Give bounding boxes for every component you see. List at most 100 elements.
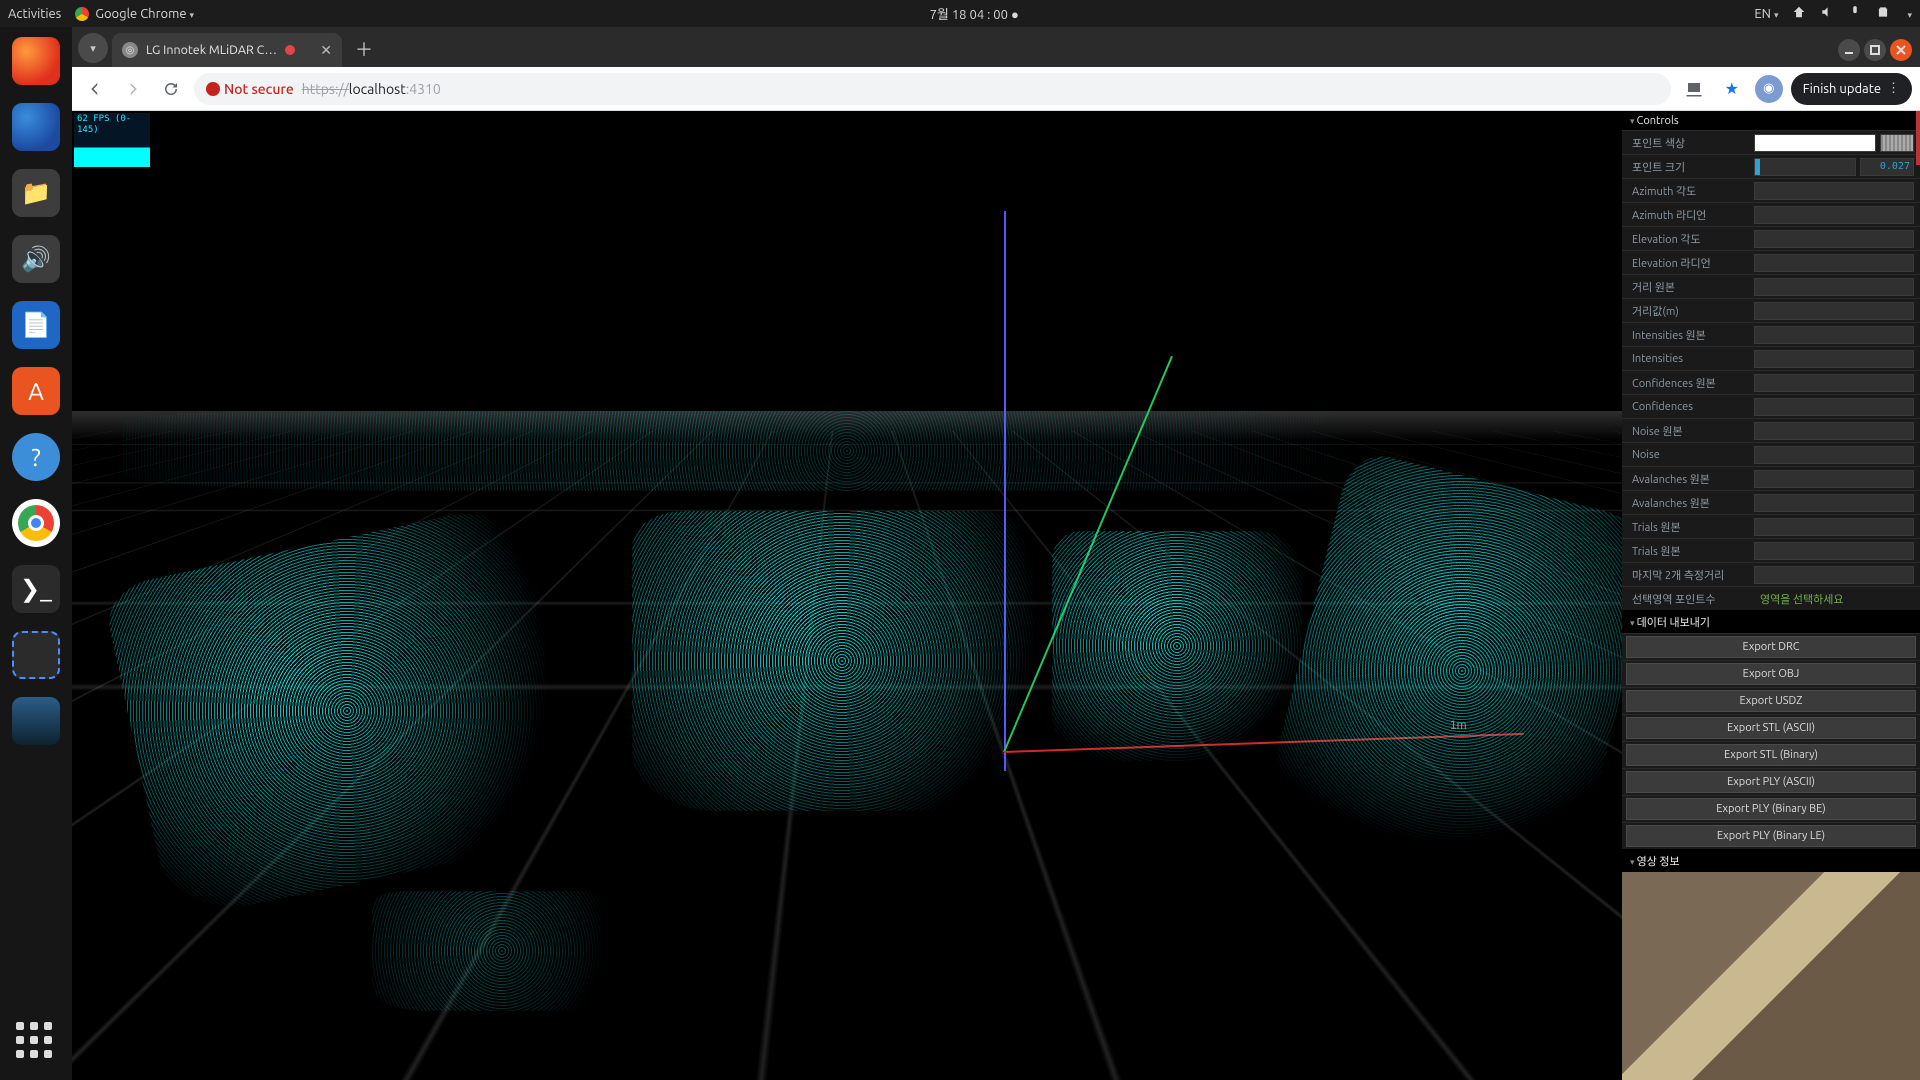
value-field[interactable]	[1754, 374, 1914, 392]
row-label: Azimuth 라디언	[1632, 207, 1754, 223]
point-size-slider[interactable]	[1754, 158, 1856, 176]
window-maximize-button[interactable]	[1864, 39, 1886, 61]
row-label: 마지막 2개 측정거리	[1632, 567, 1754, 583]
url-protocol: https://	[302, 81, 349, 97]
row-label: Confidences	[1632, 401, 1754, 413]
volume-icon[interactable]	[1820, 5, 1834, 22]
network-icon[interactable]	[1792, 5, 1806, 22]
input-language[interactable]: EN	[1754, 7, 1778, 21]
address-bar[interactable]: Not secure https://localhost:4310	[194, 73, 1671, 105]
folder-header-controls[interactable]: Controls	[1622, 112, 1920, 130]
row-label: Elevation 라디언	[1632, 255, 1754, 271]
dock-help[interactable]: ?	[12, 433, 60, 481]
export-button[interactable]: Export DRC	[1626, 636, 1916, 658]
pointcloud-region	[632, 511, 1052, 811]
color-hash[interactable]	[1880, 134, 1914, 152]
url-host: localhost	[349, 81, 406, 97]
export-button[interactable]: Export PLY (Binary LE)	[1626, 825, 1916, 847]
value-field[interactable]	[1754, 206, 1914, 224]
not-secure-badge[interactable]: Not secure	[206, 81, 294, 97]
reload-button[interactable]	[156, 74, 186, 104]
value-field[interactable]	[1754, 350, 1914, 368]
row-label: Intensities	[1632, 353, 1754, 365]
point-size-value[interactable]: 0.027	[1860, 158, 1914, 176]
window-minimize-button[interactable]	[1838, 39, 1860, 61]
folder-header-video[interactable]: 영상 정보	[1622, 850, 1920, 872]
fps-label: 62 FPS (0-145)	[74, 113, 150, 137]
fps-graph	[74, 137, 150, 167]
clock[interactable]: 7월 18 04 : 00 ●	[194, 4, 1754, 23]
tab-search-button[interactable]: ▾	[78, 33, 108, 63]
ubuntu-dock: 📁 🔊 📄 A ? ❯_	[0, 27, 72, 1080]
focused-app-indicator[interactable]: Google Chrome	[75, 7, 194, 21]
dock-show-desktop[interactable]	[12, 697, 60, 745]
tab-active[interactable]: ◎ LG Innotek MLiDAR C… ✕	[112, 33, 342, 67]
row-label: Intensities 원본	[1632, 327, 1754, 343]
value-field[interactable]	[1754, 230, 1914, 248]
value-field[interactable]	[1754, 542, 1914, 560]
folder-export: 데이터 내보내기 Export DRC Export OBJ Export USDZ…	[1622, 610, 1920, 849]
viewport-3d[interactable]: 62 FPS (0-145) 1m Controls 포인트 색상	[72, 111, 1920, 1080]
profile-avatar[interactable]: ◉	[1755, 75, 1783, 103]
value-field[interactable]	[1754, 470, 1914, 488]
value-field[interactable]	[1754, 302, 1914, 320]
export-button[interactable]: Export PLY (ASCII)	[1626, 771, 1916, 793]
export-button[interactable]: Export USDZ	[1626, 690, 1916, 712]
back-button[interactable]	[80, 74, 110, 104]
dock-writer[interactable]: 📄	[12, 301, 60, 349]
row-last-two-distance: 마지막 2개 측정거리	[1622, 562, 1920, 586]
system-menu[interactable]	[1904, 7, 1912, 21]
row-readout: Intensities 원본	[1622, 322, 1920, 346]
value-field[interactable]	[1754, 422, 1914, 440]
value-field[interactable]	[1754, 518, 1914, 536]
dock-software[interactable]: A	[12, 367, 60, 415]
export-button[interactable]: Export PLY (Binary BE)	[1626, 798, 1916, 820]
value-field[interactable]	[1754, 446, 1914, 464]
row-label: Avalanches 원본	[1632, 471, 1754, 487]
dock-firefox[interactable]	[12, 37, 60, 85]
camera-preview	[1622, 872, 1920, 1080]
panel-scrollbar[interactable]	[1916, 111, 1920, 165]
value-field[interactable]	[1754, 182, 1914, 200]
dock-rhythmbox[interactable]: 🔊	[12, 235, 60, 283]
recording-indicator-icon	[285, 45, 295, 55]
dock-show-apps[interactable]	[16, 1022, 56, 1062]
dock-files[interactable]: 📁	[12, 169, 60, 217]
value-field[interactable]	[1754, 398, 1914, 416]
tab-close-button[interactable]: ✕	[320, 42, 332, 59]
toolbar: Not secure https://localhost:4310 ★ ◉ Fi…	[72, 67, 1920, 111]
pointcloud-region	[122, 411, 1572, 491]
tab-favicon: ◎	[122, 42, 138, 58]
dock-thunderbird[interactable]	[12, 103, 60, 151]
export-button[interactable]: Export OBJ	[1626, 663, 1916, 685]
dock-screenshot[interactable]	[12, 631, 60, 679]
activities-button[interactable]: Activities	[8, 7, 61, 21]
value-field[interactable]	[1754, 566, 1914, 584]
color-swatch[interactable]	[1754, 134, 1876, 152]
row-readout: 거리 원본	[1622, 274, 1920, 298]
screen-share-icon[interactable]	[1679, 74, 1709, 104]
forward-button	[118, 74, 148, 104]
pointcloud-region	[101, 500, 592, 922]
row-label: Trials 원본	[1632, 519, 1754, 535]
battery-icon[interactable]	[1876, 5, 1890, 22]
value-field[interactable]	[1754, 254, 1914, 272]
dock-terminal[interactable]: ❯_	[12, 565, 60, 613]
mic-icon[interactable]	[1848, 5, 1862, 22]
value-field[interactable]	[1754, 278, 1914, 296]
dock-chrome[interactable]	[12, 499, 60, 547]
value-field[interactable]	[1754, 326, 1914, 344]
row-readout: 거리값(m)	[1622, 298, 1920, 322]
bookmark-star-icon[interactable]: ★	[1717, 74, 1747, 104]
folder-header-export[interactable]: 데이터 내보내기	[1622, 611, 1920, 633]
export-button[interactable]: Export STL (ASCII)	[1626, 717, 1916, 739]
row-point-color: 포인트 색상	[1622, 130, 1920, 154]
window-close-button[interactable]	[1890, 39, 1912, 61]
row-label: 거리 원본	[1632, 279, 1754, 295]
new-tab-button[interactable]: ＋	[350, 35, 378, 63]
row-label: Avalanches 원본	[1632, 495, 1754, 511]
tab-title: LG Innotek MLiDAR C…	[146, 43, 277, 57]
value-field[interactable]	[1754, 494, 1914, 512]
finish-update-button[interactable]: Finish update	[1791, 73, 1912, 105]
export-button[interactable]: Export STL (Binary)	[1626, 744, 1916, 766]
